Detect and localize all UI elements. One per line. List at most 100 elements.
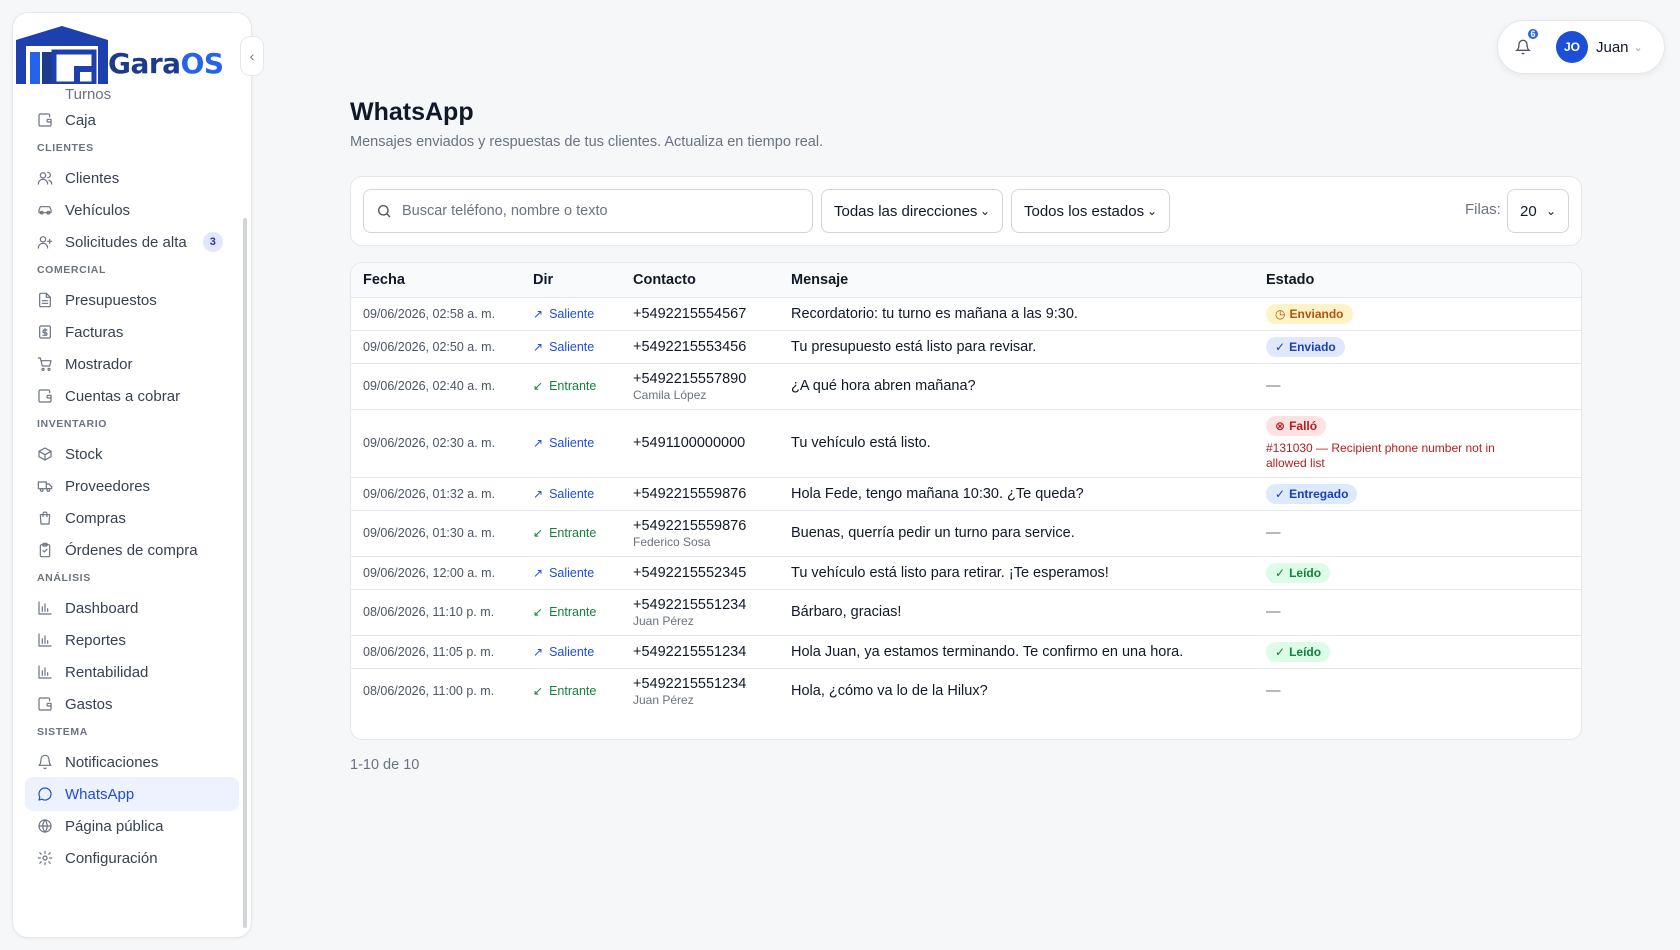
cell-dir: ↗ Saliente bbox=[533, 556, 633, 590]
sidebar-item-notificaciones[interactable]: Notificaciones bbox=[25, 745, 239, 779]
cell-fecha: 09/06/2026, 01:32 a. m. bbox=[351, 477, 533, 511]
truck-icon bbox=[37, 478, 53, 494]
table-row[interactable]: 08/06/2026, 11:05 p. m. ↗ Saliente +5492215… bbox=[351, 635, 1581, 669]
cell-fecha: 09/06/2026, 12:00 a. m. bbox=[351, 556, 533, 590]
table-row[interactable]: 09/06/2026, 02:30 a. m. ↗ Saliente +5491100… bbox=[351, 409, 1581, 478]
direction-label: Entrante bbox=[549, 605, 597, 619]
sidebar: Turnos Caja CLIENTES Clientes Vehículos Solic… bbox=[12, 12, 252, 938]
cell-mensaje: Hola Fede, tengo mañana 10:30. ¿Te queda… bbox=[791, 477, 1266, 511]
table-row[interactable]: 08/06/2026, 11:00 p. m. ↙ Entrante +5492215… bbox=[351, 668, 1581, 714]
filters-bar: Buscar teléfono, nombre o texto Todas la… bbox=[350, 176, 1582, 246]
sidebar-item-dashboard[interactable]: Dashboard bbox=[25, 591, 239, 625]
sidebar-item-caja[interactable]: Caja bbox=[25, 103, 239, 137]
sidebar-item-configuracion[interactable]: Configuración bbox=[25, 841, 239, 875]
sidebar-item-label: Reportes bbox=[65, 631, 126, 649]
sidebar-item-stock[interactable]: Stock bbox=[25, 437, 239, 471]
sidebar-item-label: Notificaciones bbox=[65, 753, 159, 771]
user-name[interactable]: Juan bbox=[1596, 39, 1629, 56]
contact-phone: +5492215551234 bbox=[633, 643, 747, 660]
table-row[interactable]: 09/06/2026, 01:32 a. m. ↗ Saliente +5492215… bbox=[351, 477, 1581, 511]
car-icon bbox=[37, 202, 53, 218]
chevron-down-icon[interactable]: ⌄ bbox=[1634, 41, 1643, 54]
direction-label: Entrante bbox=[549, 379, 597, 393]
rows-per-page-value: 20 bbox=[1520, 202, 1537, 220]
check-double-icon: ✓ bbox=[1275, 565, 1286, 580]
cell-contacto: +5492215552345 bbox=[633, 556, 791, 590]
search-input[interactable]: Buscar teléfono, nombre o texto bbox=[363, 189, 813, 233]
sidebar-item-label: Vehículos bbox=[65, 201, 131, 219]
sidebar-scrollbar[interactable] bbox=[243, 218, 247, 928]
contact-phone: +5492215551234 bbox=[633, 596, 747, 613]
brand-name-part1: Gara bbox=[108, 47, 181, 80]
table-body: 09/06/2026, 02:58 a. m. ↗ Saliente +5492215… bbox=[351, 297, 1581, 714]
contact-name: Camila López bbox=[633, 387, 707, 402]
table-row[interactable]: 08/06/2026, 11:10 p. m. ↙ Entrante +5492215… bbox=[351, 589, 1581, 636]
cell-mensaje: Bárbaro, gracias! bbox=[791, 589, 1266, 636]
bell-icon bbox=[37, 754, 53, 770]
contact-phone: +5492215557890 bbox=[633, 370, 747, 387]
sidebar-item-label: Compras bbox=[65, 509, 126, 527]
sidebar-collapse-button[interactable]: ‹ bbox=[240, 36, 264, 76]
notifications-button[interactable]: 6 bbox=[1512, 27, 1540, 58]
sidebar-item-reportes[interactable]: Reportes bbox=[25, 623, 239, 657]
cell-estado: ✓ Enviado bbox=[1266, 330, 1581, 364]
chevron-left-icon: ‹ bbox=[249, 48, 255, 64]
sidebar-item-mostrador[interactable]: Mostrador bbox=[25, 347, 239, 381]
table-header-row: Fecha Dir Contacto Mensaje Estado bbox=[351, 263, 1581, 298]
avatar[interactable]: JO bbox=[1556, 31, 1588, 63]
cell-contacto: +5492215551234 bbox=[633, 635, 791, 669]
sidebar-item-solicitudes-de-alta[interactable]: Solicitudes de alta 3 bbox=[25, 225, 239, 259]
direction-label: Saliente bbox=[549, 339, 595, 354]
sidebar-item-label: Proveedores bbox=[65, 477, 151, 495]
table-row[interactable]: 09/06/2026, 02:50 a. m. ↗ Saliente +5492215… bbox=[351, 330, 1581, 364]
rows-per-page-select[interactable]: 20 ⌄ bbox=[1507, 189, 1569, 233]
sidebar-item-cuentas-a-cobrar[interactable]: Cuentas a cobrar bbox=[25, 379, 239, 413]
sidebar-item-compras[interactable]: Compras bbox=[25, 501, 239, 535]
gear-icon bbox=[37, 850, 53, 866]
brand-logo[interactable]: GaraOS bbox=[12, 14, 236, 84]
cell-fecha: 09/06/2026, 02:50 a. m. bbox=[351, 330, 533, 364]
cell-fecha: 08/06/2026, 11:05 p. m. bbox=[351, 635, 533, 669]
cell-dir: ↙ Entrante bbox=[533, 510, 633, 557]
sidebar-item-label: Caja bbox=[65, 111, 96, 129]
table-row[interactable]: 09/06/2026, 12:00 a. m. ↗ Saliente +5492215… bbox=[351, 556, 1581, 590]
sidebar-item-vehiculos[interactable]: Vehículos bbox=[25, 193, 239, 227]
cell-mensaje: Buenas, querría pedir un turno para serv… bbox=[791, 510, 1266, 557]
cell-dir: ↙ Entrante bbox=[533, 589, 633, 636]
cell-fecha: 09/06/2026, 02:40 a. m. bbox=[351, 363, 533, 410]
sidebar-item-facturas[interactable]: Facturas bbox=[25, 315, 239, 349]
cell-estado: ◷ Enviando bbox=[1266, 297, 1581, 331]
col-fecha: Fecha bbox=[351, 263, 533, 298]
bar-chart-icon bbox=[37, 632, 53, 648]
status-empty: — bbox=[1266, 525, 1281, 541]
status-label: Enviando bbox=[1289, 306, 1344, 321]
sidebar-item-clientes[interactable]: Clientes bbox=[25, 161, 239, 195]
calendar-icon bbox=[37, 89, 53, 103]
x-circle-icon: ⊗ bbox=[1275, 418, 1286, 433]
user-plus-icon bbox=[37, 234, 53, 250]
cell-dir: ↗ Saliente bbox=[533, 409, 633, 478]
status-select[interactable]: Todos los estados ⌄ bbox=[1011, 189, 1170, 233]
sidebar-item-rentabilidad[interactable]: Rentabilidad bbox=[25, 655, 239, 689]
table-row[interactable]: 09/06/2026, 01:30 a. m. ↙ Entrante +5492215… bbox=[351, 510, 1581, 557]
sidebar-item-presupuestos[interactable]: Presupuestos bbox=[25, 283, 239, 317]
sidebar-item-turnos[interactable]: Turnos bbox=[25, 89, 239, 103]
sidebar-item-gastos[interactable]: Gastos bbox=[25, 687, 239, 721]
sidebar-item-ordenes-de-compra[interactable]: Órdenes de compra bbox=[25, 533, 239, 567]
sidebar-item-pagina-publica[interactable]: Página pública bbox=[25, 809, 239, 843]
cell-dir: ↗ Saliente bbox=[533, 635, 633, 669]
sidebar-item-whatsapp[interactable]: WhatsApp bbox=[25, 777, 239, 811]
sidebar-item-proveedores[interactable]: Proveedores bbox=[25, 469, 239, 503]
table-row[interactable]: 09/06/2026, 02:40 a. m. ↙ Entrante +5492215… bbox=[351, 363, 1581, 410]
user-toolbar: 6 JO Juan ⌄ bbox=[1497, 20, 1665, 74]
status-badge: ◷ Enviando bbox=[1266, 303, 1353, 324]
cell-mensaje: Tu vehículo está listo. bbox=[791, 409, 1266, 478]
sidebar-item-label: Página pública bbox=[65, 817, 164, 835]
cell-dir: ↗ Saliente bbox=[533, 330, 633, 364]
table-row[interactable]: 09/06/2026, 02:58 a. m. ↗ Saliente +5492215… bbox=[351, 297, 1581, 331]
contact-name: Juan Pérez bbox=[633, 613, 694, 628]
cell-mensaje: Recordatorio: tu turno es mañana a las 9… bbox=[791, 297, 1266, 331]
page-subtitle: Mensajes enviados y respuestas de tus cl… bbox=[350, 134, 824, 150]
direction-select[interactable]: Todas las direcciones ⌄ bbox=[821, 189, 1003, 233]
page-title: WhatsApp bbox=[350, 98, 474, 126]
